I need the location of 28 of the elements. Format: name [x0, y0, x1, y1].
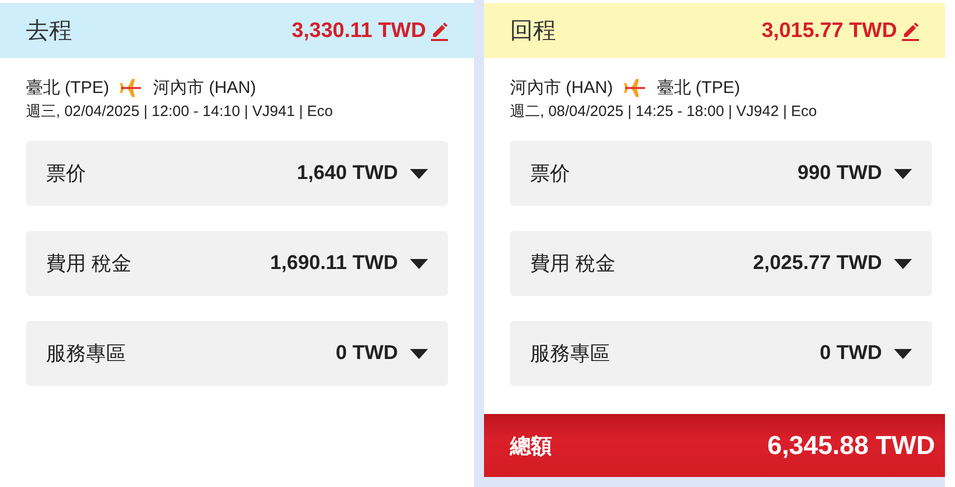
leg-amount: 3,015.77 TWD — [762, 18, 897, 42]
caret-icon — [410, 168, 428, 178]
fare-row[interactable]: 服務專區 0 TWD — [510, 321, 932, 386]
caret-icon — [894, 348, 912, 358]
edit-icon[interactable] — [430, 20, 448, 40]
caret-icon — [894, 168, 912, 178]
fare-row[interactable]: 服務專區 0 TWD — [26, 321, 448, 386]
caret-icon — [410, 348, 428, 358]
leg-title: 去程 — [26, 16, 73, 45]
caret-icon — [410, 258, 428, 268]
flight-details: 週三, 02/04/2025 | 12:00 - 14:10 | VJ941 | Eco — [26, 102, 334, 121]
origin: 臺北 (TPE) — [26, 77, 110, 99]
destination: 臺北 (TPE) — [656, 77, 740, 99]
caret-icon — [894, 258, 912, 268]
origin: 河內市 (HAN) — [510, 77, 613, 99]
edit-icon[interactable] — [901, 20, 919, 40]
plane-icon — [622, 78, 647, 96]
total-label: 總額 — [510, 434, 553, 460]
fare-row[interactable]: 費用 稅金 1,690.11 TWD — [26, 231, 448, 296]
fare-row[interactable]: 票价 1,640 TWD — [26, 141, 448, 206]
fare-row[interactable]: 費用 稅金 2,025.77 TWD — [510, 231, 932, 296]
destination: 河內市 (HAN) — [153, 77, 256, 99]
leg-title: 回程 — [510, 16, 557, 45]
leg-amount: 3,330.11 TWD — [292, 18, 426, 42]
flight-details: 週二, 08/04/2025 | 14:25 - 18:00 | VJ942 | Eco — [510, 102, 818, 121]
fare-row[interactable]: 票价 990 TWD — [510, 141, 932, 206]
plane-icon — [119, 78, 144, 96]
total-amount: 6,345.88 TWD — [767, 430, 935, 461]
